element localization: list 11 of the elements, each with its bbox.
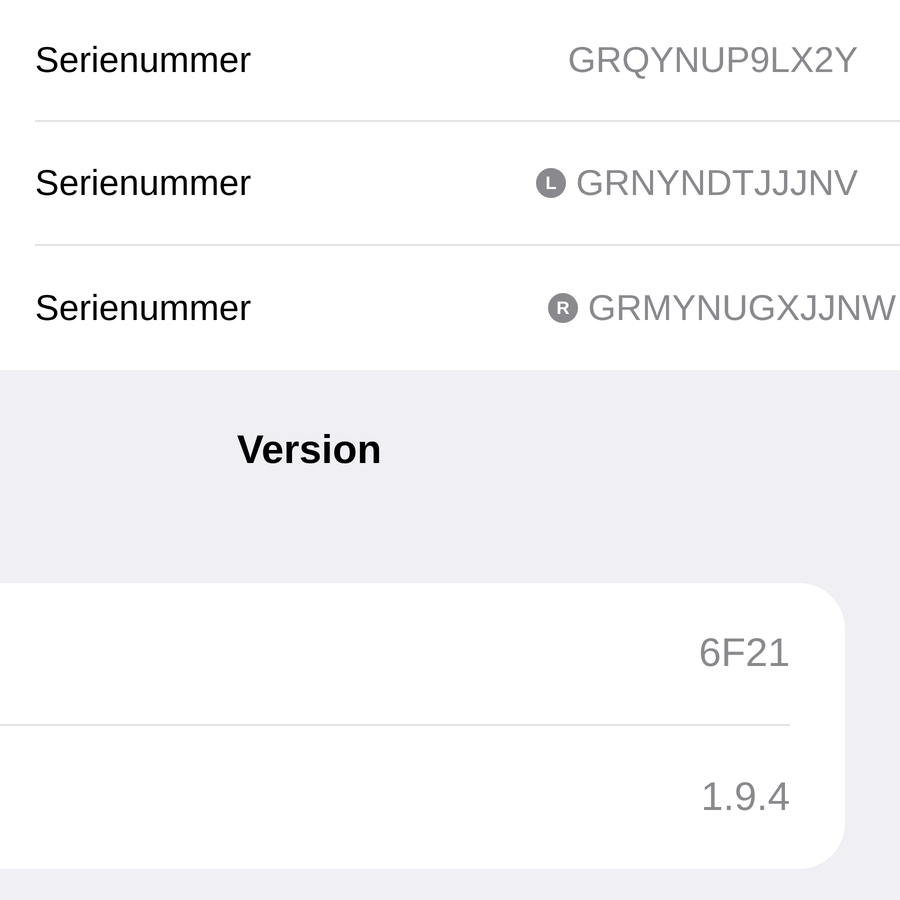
version-value: 6F21 [698, 631, 790, 676]
side-badge: R [548, 293, 578, 323]
row-label: Serienummer [35, 162, 252, 204]
serial-value: GRMYNUGXJJNW [588, 287, 896, 329]
row-label: Serienummer [35, 287, 252, 329]
version-value: 1.9.4 [701, 775, 790, 820]
side-badge: L [536, 168, 566, 198]
serial-value: GRNYNDTJJJNV [576, 162, 858, 204]
row-label: Serienummer [35, 39, 252, 81]
serial-value: GRQYNUP9LX2Y [568, 39, 858, 81]
section-title: Version [236, 427, 383, 474]
